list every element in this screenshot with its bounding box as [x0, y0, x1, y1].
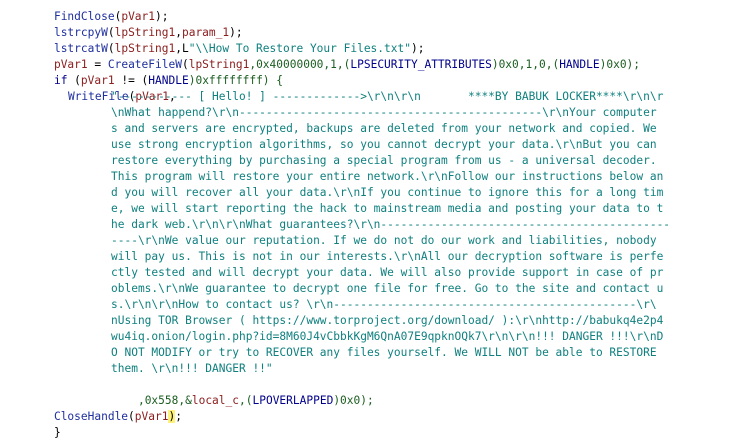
type-name[interactable]: HANDLE — [559, 58, 599, 71]
string-line: wu4iq.onion/login.php?id=8M60J4vCbbkKgM6… — [111, 330, 664, 343]
function-name[interactable]: CloseHandle — [54, 410, 128, 423]
string-line: "----------- [ Hello! ] ------------->\r… — [111, 90, 664, 103]
literal-args: )0x0); — [599, 58, 641, 71]
string-line: restore everything by purchasing a speci… — [111, 154, 657, 167]
code-line: ,0x558,&local_c,(LPOVERLAPPED)0x0); — [111, 377, 374, 407]
code-line: if (pVar1 != (HANDLE)0xffffffff) { — [27, 57, 283, 87]
literal-args: ,( — [239, 394, 253, 407]
string-line: O NOT MODIFY or try to RECOVER any files… — [111, 346, 657, 359]
string-line: s.\r\n\r\nHow to contact us? \r\n-------… — [111, 298, 657, 311]
code-line: FindClose(pVar1); — [27, 0, 169, 23]
string-line: oblems.\r\nWe guarantee to decrypt one f… — [111, 282, 664, 295]
string-line: he dark web.\r\n\r\nWhat guarantees?\r\n… — [111, 218, 671, 231]
code-line: lstrcatW(lpString1,L"\\How To Restore Yo… — [27, 25, 425, 55]
variable[interactable]: pVar1 — [135, 410, 169, 423]
literal-args: )0x0); — [333, 394, 374, 407]
type-name[interactable]: LPOVERLAPPED — [252, 394, 333, 407]
code-line: WriteFile(pVar1, — [41, 73, 176, 103]
code-line: pVar1 = CreateFileW(lpString1,0x40000000… — [27, 41, 640, 71]
string-line: them. \r\n!!! DANGER !!" — [111, 362, 273, 375]
punctuation: ( — [128, 410, 135, 423]
code-line: lstrcpyW(lpString1,param_1); — [27, 9, 243, 39]
closing-brace: } — [53, 426, 61, 438]
string-line: This program will restore your entire ne… — [111, 170, 664, 183]
type-name[interactable]: LPSECURITY_ATTRIBUTES — [350, 58, 491, 71]
string-line: \nWhat happend?\r\n---------------------… — [111, 106, 657, 119]
code-line: } — [13, 425, 47, 438]
code-line: } — [27, 409, 61, 438]
decompiler-code-view[interactable]: FindClose(pVar1); lstrcpyW(lpString1,par… — [0, 0, 738, 438]
code-line: CloseHandle(pVar1); — [27, 393, 182, 423]
punctuation: ; — [175, 410, 182, 423]
string-line: will pay us. This is not in our interest… — [111, 250, 664, 263]
string-line: ----\r\nWe value our reputation. If we d… — [111, 234, 657, 247]
string-line: e, we will start reporting the hack to m… — [111, 202, 664, 215]
variable[interactable]: local_c — [192, 394, 239, 407]
string-line: d you will recover all your data.\r\nIf … — [111, 186, 664, 199]
literal-args: )0x0,1,0,( — [491, 58, 560, 71]
string-line: use strong encryption algorithms, so you… — [111, 138, 657, 151]
string-line: s and servers are encrypted, backups are… — [111, 122, 657, 135]
string-line: nUsing TOR Browser ( https://www.torproj… — [111, 314, 664, 327]
literal-args: )0xffffffff) { — [188, 74, 284, 87]
string-line: ctly tested and will decrypt your data. … — [111, 266, 664, 279]
